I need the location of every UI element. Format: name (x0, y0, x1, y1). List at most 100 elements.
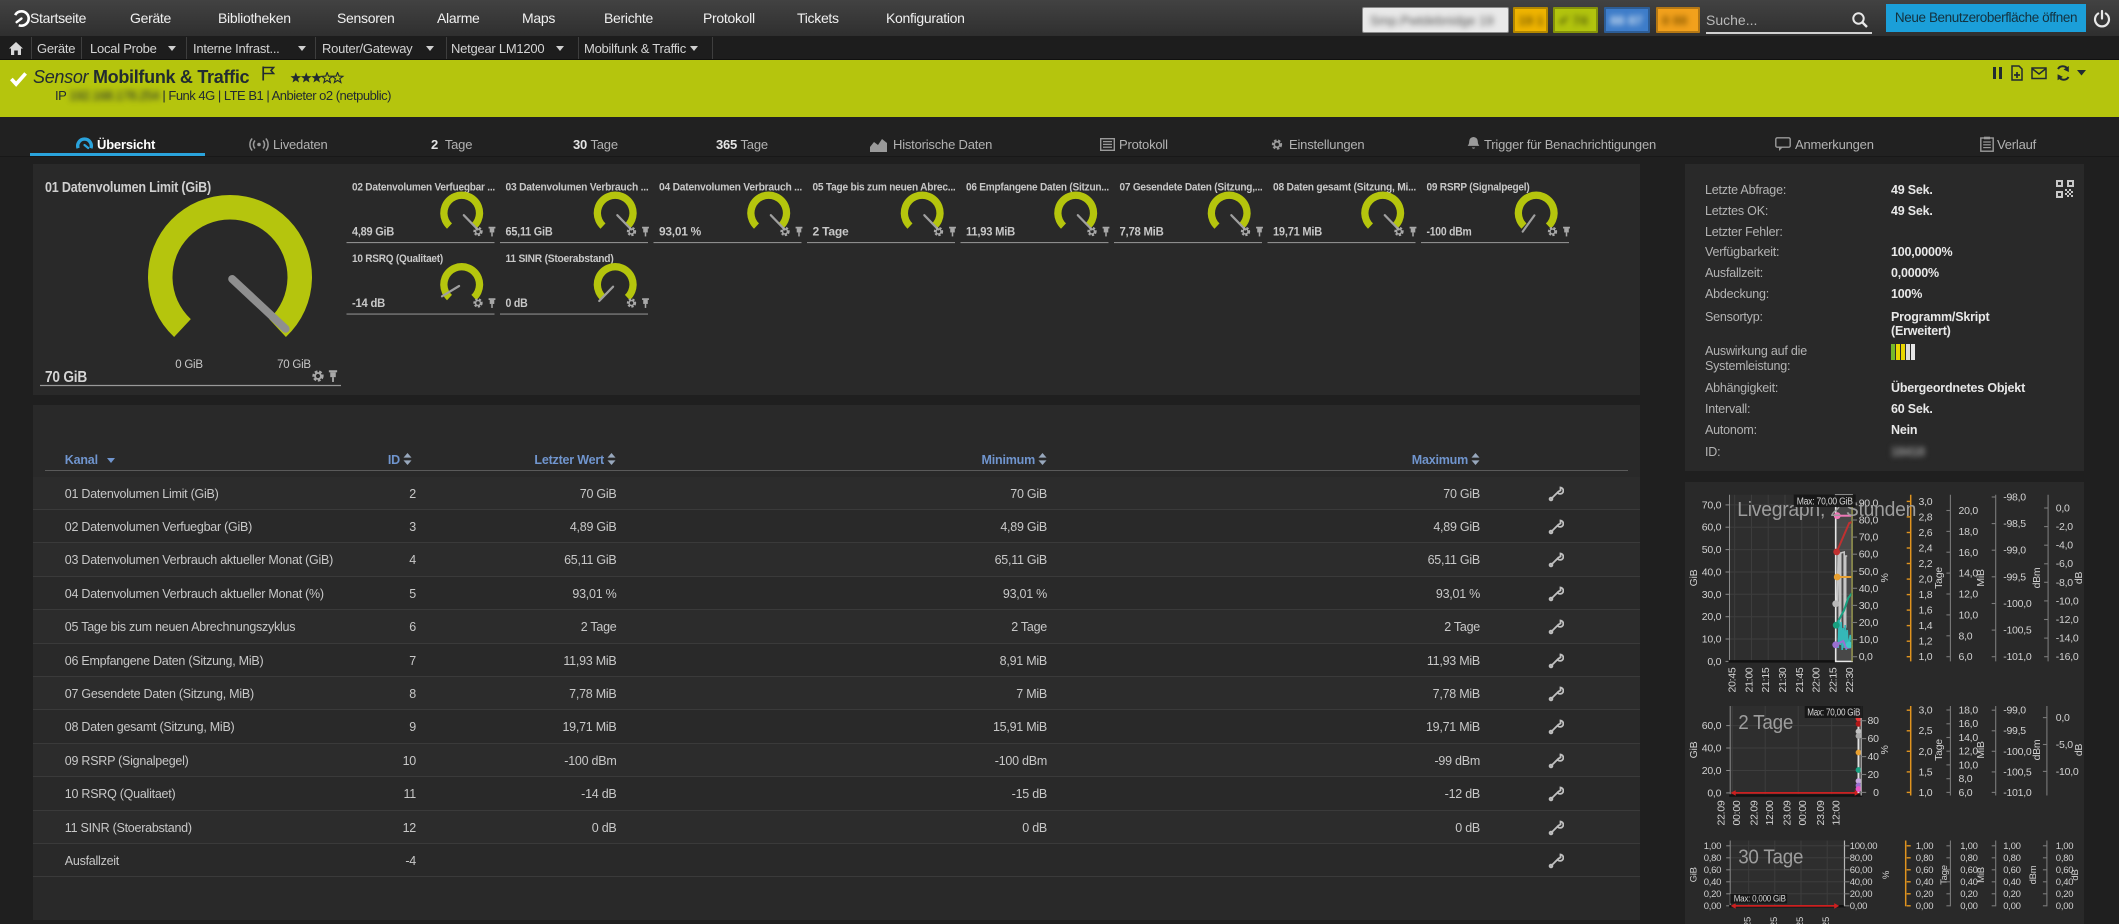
svg-text:40,00: 40,00 (1849, 877, 1872, 888)
svg-text:-5,0: -5,0 (2056, 739, 2074, 751)
svg-text:21:15: 21:15 (1760, 667, 1772, 692)
svg-text:22.09: 22.09 (1748, 800, 1760, 825)
svg-text:0,20: 0,20 (2056, 889, 2074, 900)
svg-text:70 GiB: 70 GiB (45, 369, 87, 386)
svg-text:21:30: 21:30 (1777, 667, 1789, 692)
svg-text:6,0: 6,0 (1958, 651, 1972, 663)
svg-text:2,8: 2,8 (1918, 511, 1932, 523)
svg-text:18,0: 18,0 (1958, 526, 1978, 538)
svg-text:23.09: 23.09 (1781, 800, 1793, 825)
svg-text:20,00: 20,00 (1849, 889, 1872, 900)
svg-text:-100,5: -100,5 (2003, 766, 2032, 778)
svg-text:2 Tage: 2 Tage (1738, 712, 1793, 734)
svg-text:0,40: 0,40 (1916, 877, 1934, 888)
svg-text:60: 60 (1867, 733, 1879, 745)
svg-text:0,20: 0,20 (2003, 889, 2021, 900)
svg-text:10,0: 10,0 (1958, 609, 1978, 621)
svg-text:0 GiB: 0 GiB (175, 359, 203, 371)
svg-text:1,5: 1,5 (1918, 766, 1932, 778)
svg-text:-14,0: -14,0 (2056, 633, 2079, 645)
svg-text:0,40: 0,40 (2003, 877, 2021, 888)
svg-text:-100,5: -100,5 (2003, 625, 2032, 637)
svg-text:10,0: 10,0 (1958, 759, 1978, 771)
svg-text:60,0: 60,0 (1702, 720, 1722, 732)
svg-text:70,0: 70,0 (1702, 499, 1722, 511)
svg-text:Max: 70,00 GiB: Max: 70,00 GiB (1796, 496, 1852, 507)
svg-text:2,6: 2,6 (1918, 527, 1932, 539)
svg-text:1,0: 1,0 (1918, 651, 1932, 663)
svg-text:25: 25 (1769, 917, 1780, 924)
svg-text:09 RSRP (Signalpegel): 09 RSRP (Signalpegel) (1427, 182, 1531, 194)
svg-text:93,01 %: 93,01 % (659, 225, 702, 239)
svg-text:Tage: Tage (1933, 739, 1945, 761)
svg-text:21:45: 21:45 (1794, 667, 1806, 692)
svg-text:0,00: 0,00 (1703, 901, 1721, 912)
svg-text:dBm: dBm (2028, 865, 2039, 884)
svg-text:16,0: 16,0 (1958, 718, 1978, 730)
svg-text:1,6: 1,6 (1918, 605, 1932, 617)
svg-text:dBm: dBm (2031, 739, 2043, 760)
svg-text:0,0: 0,0 (1858, 651, 1872, 663)
svg-text:-101,0: -101,0 (2003, 787, 2032, 799)
svg-text:25: 25 (1742, 917, 1753, 924)
svg-text:GiB: GiB (1688, 741, 1700, 758)
svg-text:0,40: 0,40 (1703, 877, 1721, 888)
svg-text:0,00: 0,00 (1849, 901, 1867, 912)
svg-text:-6,0: -6,0 (2056, 558, 2074, 570)
svg-text:MiB: MiB (1975, 569, 1987, 587)
svg-text:0,40: 0,40 (1960, 877, 1978, 888)
svg-text:0,20: 0,20 (1703, 889, 1721, 900)
svg-text:0,80: 0,80 (1960, 853, 1978, 864)
svg-text:2,0: 2,0 (1918, 574, 1932, 586)
svg-text:-98,0: -98,0 (2003, 492, 2026, 504)
svg-text:MiB: MiB (1975, 741, 1987, 759)
svg-text:1,00: 1,00 (1916, 841, 1934, 852)
svg-text:20,0: 20,0 (1702, 765, 1722, 777)
svg-text:dB: dB (2070, 869, 2081, 880)
svg-text:-100,0: -100,0 (2003, 746, 2032, 758)
svg-text:10,0: 10,0 (1858, 634, 1878, 646)
svg-text:-99,0: -99,0 (2003, 545, 2026, 557)
svg-text:03 Datenvolumen Verbrauch ...: 03 Datenvolumen Verbrauch ... (506, 182, 649, 194)
svg-text:07 Gesendete Daten (Sitzung,..: 07 Gesendete Daten (Sitzung,... (1120, 182, 1263, 194)
svg-text:2,5: 2,5 (1918, 725, 1932, 737)
svg-text:-2,0: -2,0 (2056, 521, 2074, 533)
svg-text:00:00: 00:00 (1797, 800, 1809, 825)
svg-text:0,0: 0,0 (1707, 656, 1721, 668)
svg-text:0,60: 0,60 (1703, 865, 1721, 876)
svg-text:0,80: 0,80 (1703, 853, 1721, 864)
svg-text:6,0: 6,0 (1958, 787, 1972, 799)
svg-text:0,00: 0,00 (1916, 901, 1934, 912)
svg-text:00:00: 00:00 (1731, 800, 1743, 825)
svg-text:1,2: 1,2 (1918, 636, 1932, 648)
svg-text:11 SINR (Stoerabstand): 11 SINR (Stoerabstand) (506, 253, 615, 265)
svg-text:70 GiB: 70 GiB (277, 359, 311, 371)
svg-text:-99,0: -99,0 (2003, 705, 2026, 717)
svg-text:-100,0: -100,0 (2003, 598, 2032, 610)
svg-text:3,0: 3,0 (1918, 705, 1932, 717)
svg-text:22:30: 22:30 (1844, 667, 1856, 692)
svg-text:-12,0: -12,0 (2056, 614, 2079, 626)
svg-text:1,00: 1,00 (2056, 841, 2074, 852)
svg-text:0,80: 0,80 (1916, 853, 1934, 864)
svg-text:0,80: 0,80 (2003, 853, 2021, 864)
svg-text:12:00: 12:00 (1830, 800, 1842, 825)
svg-text:30,0: 30,0 (1858, 600, 1878, 612)
svg-text:-99,5: -99,5 (2003, 571, 2026, 583)
svg-text:1,00: 1,00 (2003, 841, 2021, 852)
svg-text:1,0: 1,0 (1918, 787, 1932, 799)
svg-text:GiB: GiB (1688, 569, 1700, 586)
svg-text:Tage: Tage (1933, 567, 1945, 589)
svg-text:08 Daten gesamt (Sitzung, Mi..: 08 Daten gesamt (Sitzung, Mi... (1273, 182, 1416, 194)
svg-text:0,20: 0,20 (1960, 889, 1978, 900)
svg-text:-16,0: -16,0 (2056, 651, 2079, 663)
svg-text:30 Tage: 30 Tage (1738, 847, 1803, 869)
svg-text:10,0: 10,0 (1702, 634, 1722, 646)
svg-text:60,0: 60,0 (1858, 549, 1878, 561)
svg-text:1,00: 1,00 (1960, 841, 1978, 852)
svg-text:11,93 MiB: 11,93 MiB (966, 225, 1016, 239)
svg-text:7,78 MiB: 7,78 MiB (1120, 225, 1165, 239)
svg-text:2,0: 2,0 (1918, 746, 1932, 758)
svg-text:0,60: 0,60 (2003, 865, 2021, 876)
svg-text:GiB: GiB (1688, 867, 1699, 882)
